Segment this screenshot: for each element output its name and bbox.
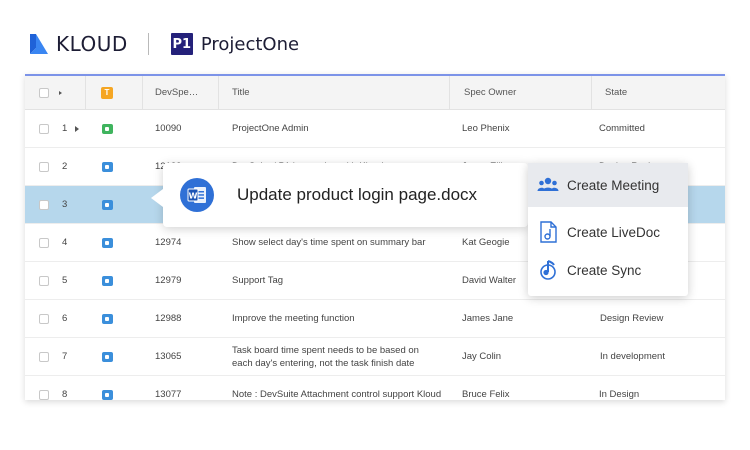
table-header: T DevSpe… Title Spec Owner State <box>25 76 725 110</box>
row-title[interactable]: Note : DevSuite Attachment control suppo… <box>232 388 441 400</box>
row-state: Committed <box>599 123 645 134</box>
kloud-brand-name: KLOUD <box>56 32 128 56</box>
row-id: 13077 <box>155 389 182 400</box>
create-sync-menu-item[interactable]: Create Sync <box>528 248 688 292</box>
type-column-header: T <box>101 76 113 109</box>
svg-text:W: W <box>189 192 198 201</box>
sync-music-icon <box>537 259 559 281</box>
file-popup[interactable]: W Update product login page.docx <box>151 163 528 227</box>
expand-all-caret-icon[interactable] <box>51 76 62 109</box>
people-icon <box>537 174 559 196</box>
column-header-state[interactable]: State <box>605 76 627 109</box>
table-row[interactable]: 8 13077 Note : DevSuite Attachment contr… <box>25 376 725 400</box>
projectone-logo-icon: P1 <box>170 33 193 55</box>
row-title[interactable]: Support Tag <box>232 262 283 299</box>
task-type-icon <box>102 313 113 324</box>
row-number: 4 <box>62 237 68 248</box>
expand-row-caret-icon[interactable] <box>67 110 79 147</box>
task-type-icon <box>102 275 113 286</box>
task-type-icon <box>102 161 113 172</box>
row-title[interactable]: Improve the meeting function <box>232 300 355 337</box>
task-type-icon <box>102 389 113 400</box>
row-title[interactable]: Task board time spent needs to be based … <box>232 344 442 370</box>
row-id: 10090 <box>155 123 182 134</box>
task-type-icon <box>102 199 113 210</box>
row-owner: Bruce Felix <box>462 389 510 400</box>
row-state: In development <box>600 351 665 362</box>
row-owner: Leo Phenix <box>462 123 510 134</box>
row-checkbox[interactable] <box>39 300 49 337</box>
create-meeting-menu-item[interactable]: Create Meeting <box>528 163 688 207</box>
row-checkbox[interactable] <box>39 148 49 185</box>
select-all-checkbox[interactable] <box>39 76 49 109</box>
word-icon: W <box>180 178 214 212</box>
row-number: 2 <box>62 161 68 172</box>
row-checkbox[interactable] <box>39 186 49 223</box>
task-type-icon <box>102 123 113 134</box>
table-row[interactable]: 1 10090 ProjectOne Admin Leo Phenix Comm… <box>25 110 725 148</box>
row-checkbox[interactable] <box>39 110 49 147</box>
row-checkbox[interactable] <box>39 262 49 299</box>
row-id: 12979 <box>155 275 182 286</box>
task-type-icon <box>102 351 113 362</box>
menu-item-label: Create Sync <box>567 262 642 278</box>
row-number: 5 <box>62 275 68 286</box>
row-title[interactable]: Show select day's time spent on summary … <box>232 224 425 261</box>
task-type-icon <box>102 237 113 248</box>
row-id: 12988 <box>155 313 182 324</box>
table-row[interactable]: 6 12988 Improve the meeting function Jam… <box>25 300 725 338</box>
action-menu: Create Meeting Create LiveDoc Create Syn… <box>528 163 688 296</box>
column-header-id[interactable]: DevSpe… <box>155 76 198 109</box>
row-checkbox[interactable] <box>39 376 49 400</box>
kloud-logo-icon <box>30 34 48 54</box>
type-badge-icon: T <box>101 86 113 99</box>
header-logos: KLOUD P1 ProjectOne <box>30 28 299 60</box>
projectone-brand-name: ProjectOne <box>200 33 300 55</box>
row-id: 13065 <box>155 351 182 362</box>
row-number: 7 <box>62 351 68 362</box>
row-title[interactable]: ProjectOne Admin <box>232 110 309 147</box>
row-state: Design Review <box>600 313 664 324</box>
row-owner: James Jane <box>462 313 514 324</box>
column-header-title[interactable]: Title <box>232 76 250 109</box>
row-checkbox[interactable] <box>39 338 49 375</box>
row-number: 8 <box>62 389 68 400</box>
logo-divider <box>147 33 149 55</box>
row-checkbox[interactable] <box>39 224 49 261</box>
row-state: In Design <box>599 389 640 400</box>
document-icon <box>537 221 559 243</box>
row-id: 12974 <box>155 237 182 248</box>
table-row[interactable]: 7 13065 Task board time spent needs to b… <box>25 338 725 376</box>
row-owner: Jay Colin <box>462 351 502 362</box>
menu-item-label: Create LiveDoc <box>567 224 661 240</box>
row-owner: David Walter <box>462 275 517 286</box>
file-name[interactable]: Update product login page.docx <box>237 163 477 227</box>
menu-item-label: Create Meeting <box>567 177 660 193</box>
row-number: 6 <box>62 313 68 324</box>
row-number: 3 <box>62 199 68 210</box>
row-owner: Kat Geogie <box>462 237 510 248</box>
column-header-owner[interactable]: Spec Owner <box>464 76 516 109</box>
